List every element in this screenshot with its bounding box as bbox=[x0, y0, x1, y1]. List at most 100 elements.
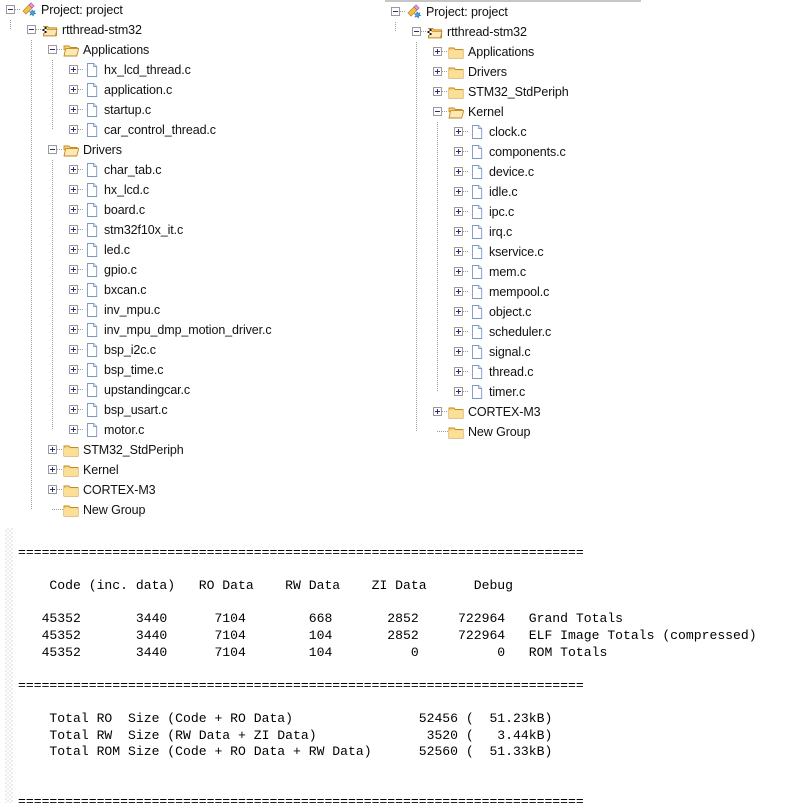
c-file-icon bbox=[469, 224, 485, 240]
tree-node-label: bsp_time.c bbox=[104, 363, 164, 377]
build-output-text: ========================================… bbox=[18, 545, 757, 809]
expand-icon[interactable] bbox=[69, 405, 78, 414]
c-file-icon bbox=[84, 82, 100, 98]
expand-icon[interactable] bbox=[433, 67, 442, 76]
tree-node-label: hx_lcd.c bbox=[104, 183, 150, 197]
expand-icon[interactable] bbox=[69, 325, 78, 334]
collapse-icon[interactable] bbox=[6, 5, 15, 14]
tree-node-label: CORTEX-M3 bbox=[83, 483, 156, 497]
expand-icon[interactable] bbox=[69, 285, 78, 294]
tree-node-label: Drivers bbox=[468, 65, 507, 79]
collapse-icon[interactable] bbox=[433, 107, 442, 116]
tree-node-label: inv_mpu.c bbox=[104, 303, 161, 317]
expand-icon[interactable] bbox=[454, 367, 463, 376]
expand-icon[interactable] bbox=[454, 227, 463, 236]
c-file-icon bbox=[84, 162, 100, 178]
c-file-icon bbox=[469, 164, 485, 180]
c-file-icon bbox=[469, 304, 485, 320]
folder-icon bbox=[63, 482, 79, 498]
expand-icon[interactable] bbox=[454, 207, 463, 216]
tree-node-label: Drivers bbox=[83, 143, 122, 157]
c-file-icon bbox=[469, 284, 485, 300]
tree-guide-line bbox=[52, 60, 53, 130]
tree-guide-line bbox=[416, 42, 417, 432]
expand-icon[interactable] bbox=[69, 345, 78, 354]
expand-icon[interactable] bbox=[69, 245, 78, 254]
c-file-icon bbox=[469, 364, 485, 380]
expand-icon[interactable] bbox=[69, 85, 78, 94]
expand-icon[interactable] bbox=[454, 187, 463, 196]
collapse-icon[interactable] bbox=[48, 45, 57, 54]
tree-node-label: motor.c bbox=[104, 423, 145, 437]
folder-icon bbox=[448, 84, 464, 100]
tree-node-label: ipc.c bbox=[489, 205, 515, 219]
collapse-icon[interactable] bbox=[412, 27, 421, 36]
tree-node-label: STM32_StdPeriph bbox=[83, 443, 184, 457]
folder-icon bbox=[448, 404, 464, 420]
expand-icon[interactable] bbox=[433, 87, 442, 96]
tree-node-label: mempool.c bbox=[489, 285, 550, 299]
expand-icon[interactable] bbox=[48, 445, 57, 454]
expand-icon[interactable] bbox=[69, 185, 78, 194]
project-tree-left-panel[interactable]: Project: project rtthread-stm32 Applicat… bbox=[0, 0, 380, 520]
expand-icon[interactable] bbox=[69, 365, 78, 374]
c-file-icon bbox=[84, 302, 100, 318]
folder-open-icon bbox=[448, 104, 464, 120]
expand-icon[interactable] bbox=[454, 167, 463, 176]
c-file-icon bbox=[469, 244, 485, 260]
expand-icon[interactable] bbox=[454, 307, 463, 316]
expand-icon[interactable] bbox=[48, 465, 57, 474]
tree-guide-line bbox=[52, 160, 53, 430]
expand-icon[interactable] bbox=[454, 387, 463, 396]
tree-node-label: inv_mpu_dmp_motion_driver.c bbox=[104, 323, 272, 337]
expand-icon[interactable] bbox=[69, 425, 78, 434]
expand-icon[interactable] bbox=[454, 127, 463, 136]
tree-node-label: rtthread-stm32 bbox=[62, 23, 142, 37]
expand-icon[interactable] bbox=[69, 305, 78, 314]
expand-icon[interactable] bbox=[454, 247, 463, 256]
expand-icon[interactable] bbox=[69, 105, 78, 114]
collapse-icon[interactable] bbox=[391, 7, 400, 16]
folder-icon bbox=[448, 44, 464, 60]
c-file-icon bbox=[469, 144, 485, 160]
tree-node-label: clock.c bbox=[489, 125, 527, 139]
expand-icon[interactable] bbox=[69, 65, 78, 74]
c-file-icon bbox=[84, 422, 100, 438]
tree-connector bbox=[52, 509, 63, 510]
expand-icon[interactable] bbox=[433, 47, 442, 56]
expand-icon[interactable] bbox=[433, 407, 442, 416]
expand-icon[interactable] bbox=[454, 287, 463, 296]
c-file-icon bbox=[84, 282, 100, 298]
tree-node-label: Project: project bbox=[426, 5, 508, 19]
c-file-icon bbox=[84, 62, 100, 78]
c-file-icon bbox=[84, 102, 100, 118]
build-output-panel[interactable]: ========================================… bbox=[0, 520, 798, 809]
c-file-icon bbox=[84, 382, 100, 398]
expand-icon[interactable] bbox=[69, 125, 78, 134]
expand-icon[interactable] bbox=[454, 147, 463, 156]
tree-node-label: components.c bbox=[489, 145, 566, 159]
expand-icon[interactable] bbox=[48, 485, 57, 494]
c-file-icon bbox=[84, 122, 100, 138]
tree-node-label: kservice.c bbox=[489, 245, 544, 259]
expand-icon[interactable] bbox=[69, 265, 78, 274]
expand-icon[interactable] bbox=[454, 327, 463, 336]
tree-node-label: Project: project bbox=[41, 3, 123, 17]
expand-icon[interactable] bbox=[69, 205, 78, 214]
expand-icon[interactable] bbox=[69, 385, 78, 394]
project-tree-right-panel[interactable]: Project: project rtthread-stm32 Applicat… bbox=[385, 0, 641, 442]
tree-node-label: car_control_thread.c bbox=[104, 123, 216, 137]
expand-icon[interactable] bbox=[454, 347, 463, 356]
tree-node-label: bsp_usart.c bbox=[104, 403, 168, 417]
expand-icon[interactable] bbox=[69, 225, 78, 234]
tree-node-label: gpio.c bbox=[104, 263, 137, 277]
collapse-icon[interactable] bbox=[27, 25, 36, 34]
tree-node-label: Applications bbox=[468, 45, 535, 59]
output-gutter-stripe bbox=[5, 528, 13, 803]
expand-icon[interactable] bbox=[69, 165, 78, 174]
tree-guide-line bbox=[10, 20, 11, 30]
collapse-icon[interactable] bbox=[48, 145, 57, 154]
tree-node-label: rtthread-stm32 bbox=[447, 25, 527, 39]
c-file-icon bbox=[84, 202, 100, 218]
expand-icon[interactable] bbox=[454, 267, 463, 276]
